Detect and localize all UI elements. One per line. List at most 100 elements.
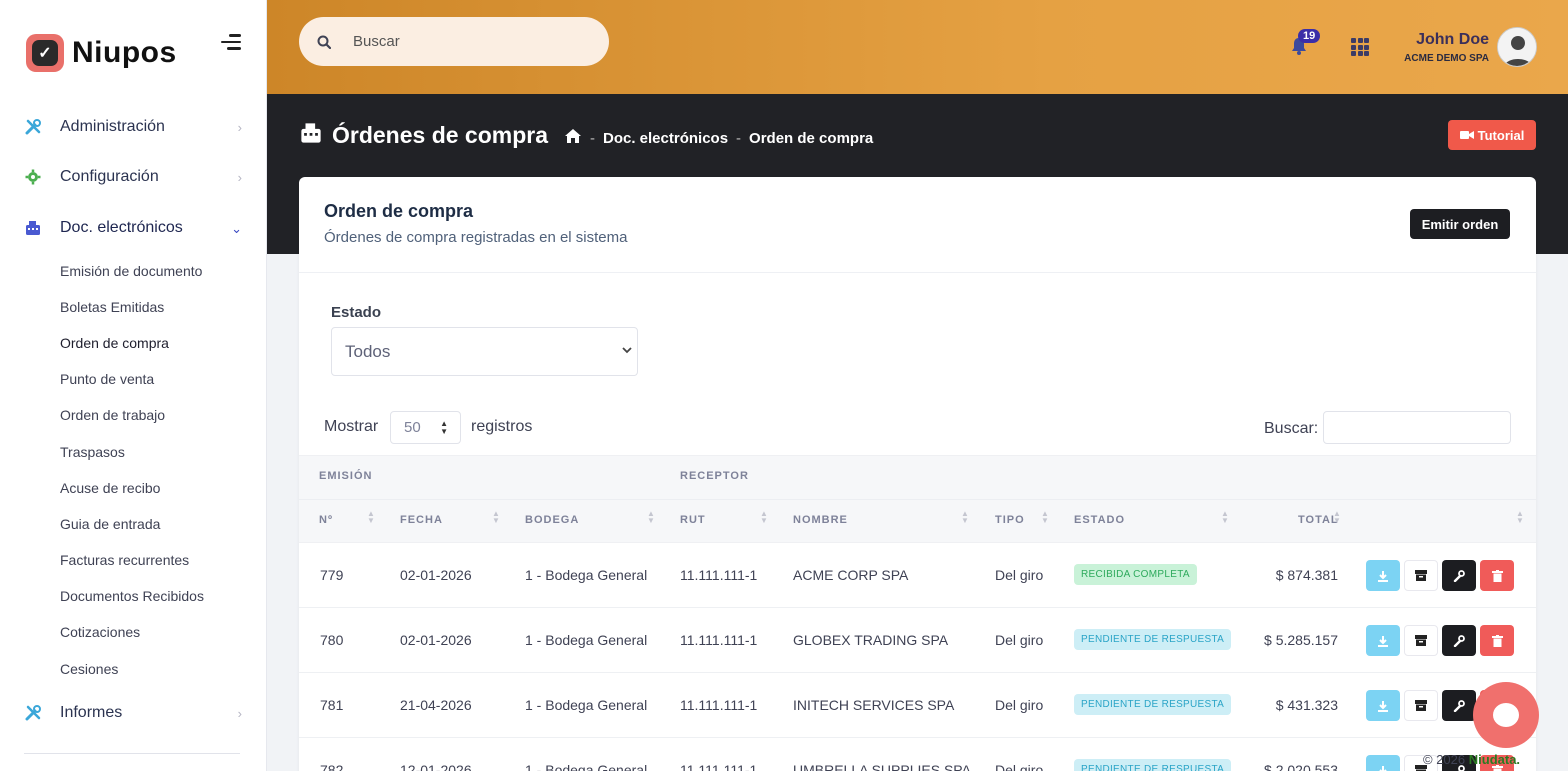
sidebar-subitem-acuse[interactable]: Acuse de recibo	[60, 480, 160, 496]
chevron-right-icon: ›	[237, 170, 242, 185]
length-suffix: registros	[471, 418, 533, 435]
card-divider	[299, 272, 1536, 273]
col-fecha[interactable]: FECHA	[400, 514, 443, 526]
sidebar-subitem-orden-compra[interactable]: Orden de compra	[60, 335, 169, 351]
status-badge: PENDIENTE DE RESPUESTA	[1074, 759, 1232, 771]
table-search-label: Buscar:	[1264, 420, 1319, 437]
chevron-down-icon: ⌄	[231, 221, 242, 236]
breadcrumb-current: Orden de compra	[749, 129, 874, 147]
col-estado[interactable]: ESTADO	[1074, 514, 1125, 526]
sidebar: ✓ Niupos Administración › Configuración …	[0, 0, 267, 771]
card-subtitle: Órdenes de compra registradas en el sist…	[324, 229, 628, 246]
video-icon	[1459, 128, 1474, 143]
chevron-right-icon: ›	[237, 706, 242, 721]
page-title-text: Órdenes de compra	[332, 122, 549, 148]
chat-icon	[1493, 703, 1519, 727]
sort-icon: ▲ ▼	[367, 509, 375, 525]
emit-order-button[interactable]: Emitir orden	[1410, 209, 1510, 239]
sort-arrows-icon: ▲ ▼	[440, 419, 448, 436]
wrench-icon[interactable]	[1442, 625, 1476, 656]
col-bodega[interactable]: BODEGA	[525, 514, 579, 526]
table-row[interactable]: 779 02-01-2026 1 - Bodega General 11.111…	[299, 543, 1536, 608]
sort-icon: ▲ ▼	[647, 509, 655, 525]
wrench-icon[interactable]	[1442, 690, 1476, 721]
breadcrumb: - Doc. electrónicos - Orden de compra	[564, 128, 873, 148]
box-icon[interactable]	[1404, 690, 1438, 721]
download-button[interactable]	[1366, 690, 1400, 721]
tools-icon	[24, 704, 42, 722]
brand-name: Niupos	[72, 36, 177, 69]
status-filter-label: Estado	[331, 304, 382, 321]
sidebar-subitem-guia[interactable]: Guia de entrada	[60, 516, 160, 532]
topbar: 19 John Doe ACME DEMO SPA	[267, 0, 1568, 94]
sort-icon: ▲ ▼	[1516, 509, 1524, 525]
search-icon	[317, 35, 332, 49]
sidebar-item-informes[interactable]: Informes ›	[24, 698, 242, 728]
user-company: ACME DEMO SPA	[1404, 53, 1489, 64]
tools-icon	[24, 118, 42, 136]
global-search[interactable]	[299, 17, 609, 66]
group-emision: EMISIÓN	[319, 470, 373, 482]
sort-icon: ▲ ▼	[760, 509, 768, 525]
trash-icon[interactable]	[1480, 625, 1514, 656]
sidebar-item-configuracion[interactable]: Configuración ›	[24, 162, 242, 192]
chat-button[interactable]	[1473, 682, 1539, 748]
notification-badge: 19	[1298, 29, 1321, 43]
length-select[interactable]: 50 ▲ ▼	[390, 411, 461, 444]
download-button[interactable]	[1366, 560, 1400, 591]
chevron-down-icon	[621, 344, 633, 359]
sidebar-subitem-punto-venta[interactable]: Punto de venta	[60, 371, 154, 387]
col-nombre[interactable]: NOMBRE	[793, 514, 848, 526]
sidebar-divider	[24, 753, 240, 754]
sidebar-item-administracion[interactable]: Administración ›	[24, 112, 242, 142]
sort-icon: ▲ ▼	[1333, 509, 1341, 525]
col-numero[interactable]: Nº	[319, 514, 333, 526]
wrench-icon[interactable]	[1442, 560, 1476, 591]
sidebar-subitem-cesiones[interactable]: Cesiones	[60, 661, 118, 677]
sort-icon: ▲ ▼	[1221, 509, 1229, 525]
card-title: Orden de compra	[324, 201, 474, 221]
avatar[interactable]	[1497, 27, 1537, 67]
gear-icon	[24, 168, 42, 186]
logo-icon: ✓	[26, 34, 64, 72]
table-row[interactable]: 780 02-01-2026 1 - Bodega General 11.111…	[299, 608, 1536, 673]
download-button[interactable]	[1366, 625, 1400, 656]
download-button[interactable]	[1366, 755, 1400, 771]
sidebar-subitem-facturas[interactable]: Facturas recurrentes	[60, 552, 189, 568]
footer-brand-link[interactable]: Niudata.	[1469, 752, 1520, 767]
status-badge: PENDIENTE DE RESPUESTA	[1074, 629, 1232, 650]
box-icon[interactable]	[1404, 625, 1438, 656]
sidebar-subitem-emision[interactable]: Emisión de documento	[60, 263, 202, 279]
trash-icon[interactable]	[1480, 560, 1514, 591]
sidebar-subitem-boletas[interactable]: Boletas Emitidas	[60, 299, 164, 315]
apps-grid-icon[interactable]	[1351, 38, 1369, 56]
home-icon[interactable]	[564, 128, 582, 148]
col-rut[interactable]: RUT	[680, 514, 706, 526]
chevron-right-icon: ›	[237, 120, 242, 135]
status-filter-select[interactable]: Todos	[331, 327, 638, 376]
sidebar-subitem-documentos[interactable]: Documentos Recibidos	[60, 588, 204, 604]
table-row[interactable]: 781 21-04-2026 1 - Bodega General 11.111…	[299, 673, 1536, 738]
brand-logo[interactable]: ✓ Niupos	[26, 34, 177, 72]
table-search-input[interactable]	[1323, 411, 1511, 444]
sidebar-item-doc-electronicos[interactable]: Doc. electrónicos ⌄	[24, 213, 242, 243]
breadcrumb-doc-electronicos[interactable]: Doc. electrónicos	[603, 130, 728, 147]
orders-card: Orden de compra Órdenes de compra regist…	[299, 177, 1536, 771]
sort-icon: ▲ ▼	[961, 509, 969, 525]
col-tipo[interactable]: TIPO	[995, 514, 1025, 526]
tutorial-button[interactable]: Tutorial	[1448, 120, 1536, 150]
sidebar-subitem-orden-trabajo[interactable]: Orden de trabajo	[60, 407, 165, 423]
user-name[interactable]: John Doe	[1397, 31, 1489, 49]
group-receptor: RECEPTOR	[680, 470, 749, 482]
table-row[interactable]: 782 12-01-2026 1 - Bodega General 11.111…	[299, 738, 1536, 771]
sort-icon: ▲ ▼	[1041, 509, 1049, 525]
sidebar-subitem-traspasos[interactable]: Traspasos	[60, 444, 125, 460]
page-title: Órdenes de compra	[300, 122, 548, 149]
sidebar-subitem-cotizaciones[interactable]: Cotizaciones	[60, 624, 140, 640]
sort-icon: ▲ ▼	[492, 509, 500, 525]
box-icon[interactable]	[1404, 560, 1438, 591]
menu-toggle-icon[interactable]	[221, 34, 241, 50]
search-input[interactable]	[353, 33, 573, 50]
footer-copyright: © 2026 Niudata.	[1423, 752, 1521, 767]
fax-icon	[24, 219, 42, 237]
